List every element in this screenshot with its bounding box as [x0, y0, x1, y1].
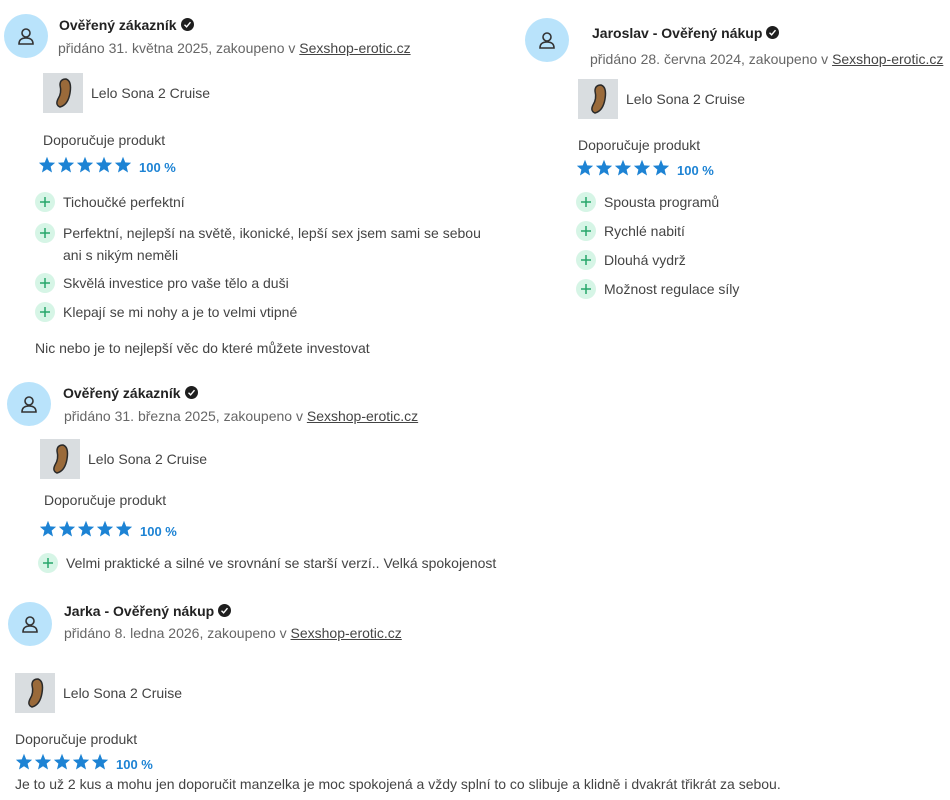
product-thumbnail[interactable] — [15, 673, 55, 713]
star-icon — [114, 156, 132, 178]
plus-icon — [576, 221, 596, 241]
user-avatar-icon — [525, 18, 569, 62]
product-name[interactable]: Lelo Sona 2 Cruise — [91, 85, 210, 101]
pro-item: Možnost regulace síly — [576, 278, 936, 300]
verified-check-icon — [184, 386, 198, 399]
product-thumbnail[interactable] — [40, 439, 80, 479]
review-card: Ověřený zákazník přidáno 31. března 2025… — [0, 370, 520, 590]
review-author: Ověřený zákazník — [63, 385, 198, 401]
pro-item: Klepají se mi nohy a je to velmi vtipné — [35, 301, 505, 323]
product-thumbnail[interactable] — [43, 73, 83, 113]
user-avatar-icon — [8, 602, 52, 646]
pros-list: Spousta programů Rychlé nabití Dlouhá vy… — [576, 191, 936, 300]
star-icon — [95, 156, 113, 178]
star-icon — [595, 159, 613, 181]
pro-item: Tichoučké perfektní — [35, 191, 505, 213]
plus-icon — [35, 192, 55, 212]
rating-percent: 100 % — [140, 523, 177, 539]
star-icon — [576, 159, 594, 181]
star-icon — [633, 159, 651, 181]
shop-link[interactable]: Sexshop-erotic.cz — [307, 408, 418, 424]
star-rating: 100 % — [38, 156, 176, 178]
review-card: Ověřený zákazník přidáno 31. května 2025… — [0, 0, 520, 370]
verified-check-icon — [218, 604, 232, 617]
pro-item: Spousta programů — [576, 191, 936, 213]
star-icon — [77, 520, 95, 542]
star-rating: 100 % — [576, 159, 714, 181]
product-info[interactable]: Lelo Sona 2 Cruise — [15, 673, 182, 713]
plus-icon — [38, 553, 58, 573]
product-info[interactable]: Lelo Sona 2 Cruise — [578, 79, 745, 119]
rating-percent: 100 % — [677, 162, 714, 178]
star-icon — [39, 520, 57, 542]
plus-icon — [576, 192, 596, 212]
review-card: Jarka - Ověřený nákup přidáno 8. ledna 2… — [0, 590, 950, 800]
review-meta: přidáno 28. června 2024, zakoupeno v Sex… — [590, 51, 944, 67]
stars — [15, 753, 110, 775]
recommend-label: Doporučuje produkt — [43, 132, 166, 148]
star-icon — [58, 520, 76, 542]
shop-link[interactable]: Sexshop-erotic.cz — [299, 40, 410, 56]
product-info[interactable]: Lelo Sona 2 Cruise — [43, 73, 210, 113]
product-name[interactable]: Lelo Sona 2 Cruise — [88, 451, 207, 467]
review-author: Ověřený zákazník — [59, 17, 194, 33]
product-name[interactable]: Lelo Sona 2 Cruise — [63, 685, 182, 701]
plus-icon — [35, 223, 55, 243]
pros-list: Velmi praktické a silné ve srovnání se s… — [38, 552, 518, 574]
star-icon — [38, 156, 56, 178]
star-rating: 100 % — [39, 520, 177, 542]
star-icon — [96, 520, 114, 542]
star-icon — [34, 753, 52, 775]
verified-check-icon — [180, 18, 194, 31]
pro-item: Dlouhá vydrž — [576, 249, 936, 271]
review-author: Jaroslav - Ověřený nákup — [592, 25, 780, 41]
star-icon — [72, 753, 90, 775]
pro-item: Skvělá investice pro vaše tělo a duši — [35, 272, 505, 294]
recommend-label: Doporučuje produkt — [15, 731, 138, 747]
review-card: Jaroslav - Ověřený nákup přidáno 28. čer… — [520, 0, 950, 310]
product-name[interactable]: Lelo Sona 2 Cruise — [626, 91, 745, 107]
star-icon — [57, 156, 75, 178]
review-meta: přidáno 31. března 2025, zakoupeno v Sex… — [64, 408, 419, 424]
star-icon — [76, 156, 94, 178]
user-avatar-icon — [7, 382, 51, 426]
star-rating: 100 % — [15, 753, 153, 775]
star-icon — [15, 753, 33, 775]
review-meta: přidáno 31. května 2025, zakoupeno v Sex… — [58, 40, 411, 56]
rating-percent: 100 % — [139, 159, 176, 175]
review-comment: Nic nebo je to nejlepší věc do které můž… — [35, 340, 370, 356]
stars — [576, 159, 671, 181]
star-icon — [91, 753, 109, 775]
star-icon — [652, 159, 670, 181]
plus-icon — [576, 250, 596, 270]
user-avatar-icon — [4, 14, 48, 58]
plus-icon — [576, 279, 596, 299]
stars — [38, 156, 133, 178]
pro-item: Perfektní, nejlepší na světě, ikonické, … — [35, 222, 505, 266]
pro-item: Velmi praktické a silné ve srovnání se s… — [38, 552, 518, 574]
recommend-label: Doporučuje produkt — [578, 137, 701, 153]
stars — [39, 520, 134, 542]
star-icon — [53, 753, 71, 775]
recommend-label: Doporučuje produkt — [44, 492, 167, 508]
star-icon — [614, 159, 632, 181]
pros-list: Tichoučké perfektní Perfektní, nejlepší … — [35, 191, 505, 323]
shop-link[interactable]: Sexshop-erotic.cz — [291, 625, 402, 641]
star-icon — [115, 520, 133, 542]
pro-item: Rychlé nabití — [576, 220, 936, 242]
review-meta: přidáno 8. ledna 2026, zakoupeno v Sexsh… — [64, 625, 402, 641]
review-author: Jarka - Ověřený nákup — [64, 603, 232, 619]
review-comment: Je to už 2 kus a mohu jen doporučit manz… — [15, 776, 781, 792]
rating-percent: 100 % — [116, 756, 153, 772]
shop-link[interactable]: Sexshop-erotic.cz — [832, 51, 943, 67]
plus-icon — [35, 302, 55, 322]
plus-icon — [35, 273, 55, 293]
product-thumbnail[interactable] — [578, 79, 618, 119]
product-info[interactable]: Lelo Sona 2 Cruise — [40, 439, 207, 479]
verified-check-icon — [766, 26, 780, 39]
